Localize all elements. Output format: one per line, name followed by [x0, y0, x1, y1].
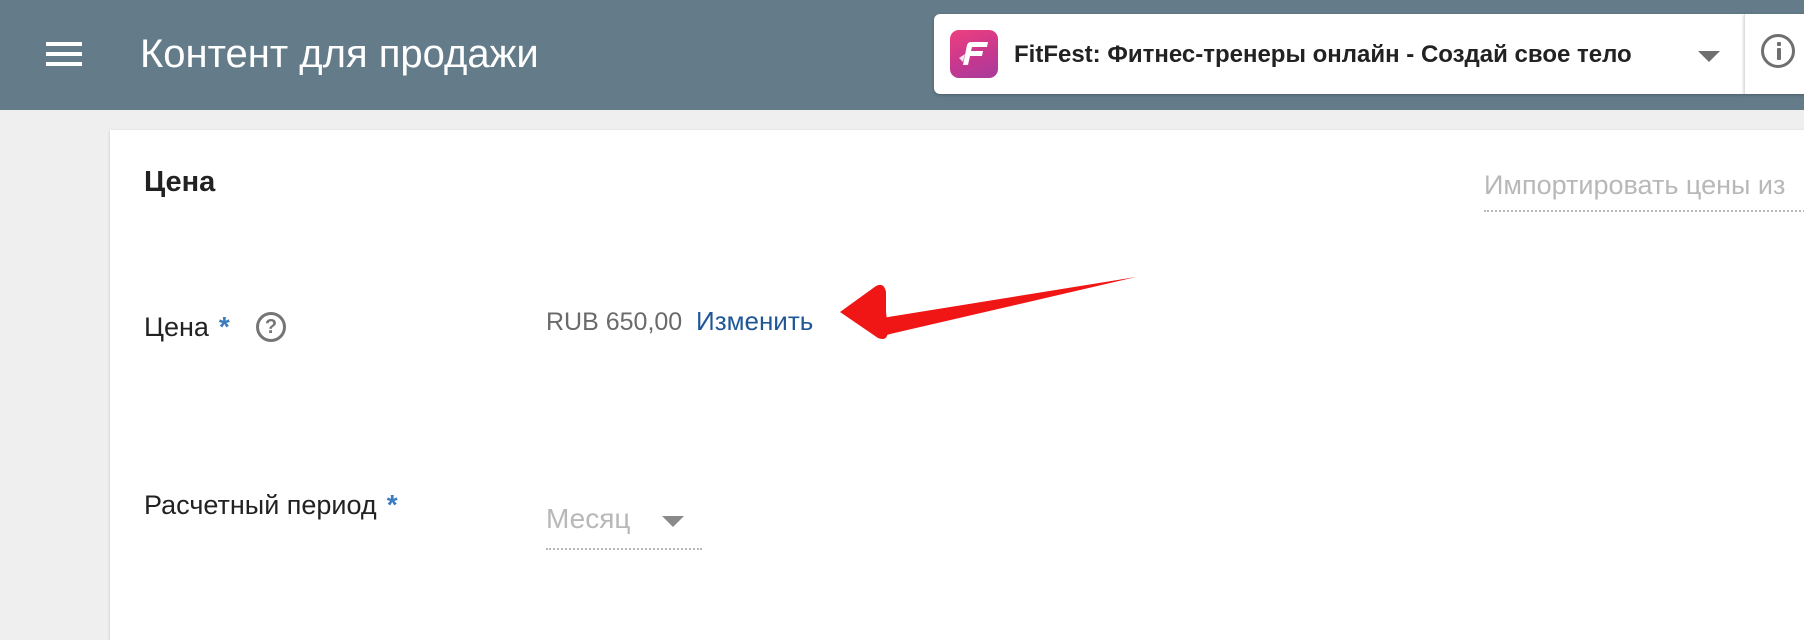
price-label-row: Цена * [144, 310, 230, 344]
edit-price-link[interactable]: Изменить [696, 305, 813, 337]
caret-down-icon [662, 516, 684, 527]
billing-period-value: Месяц [546, 503, 631, 534]
import-prices-link[interactable]: Импортировать цены из [1484, 168, 1804, 212]
required-star: * [218, 311, 230, 342]
billing-period-select[interactable]: Месяц [546, 500, 702, 550]
app-selector[interactable]: FitFest: Фитнес-тренеры онлайн - Создай … [934, 14, 1744, 94]
question-circle-icon[interactable]: ? [256, 312, 286, 342]
page-title: Контент для продажи [140, 32, 539, 76]
page: Контент для продажи FitFest: Фитнес-трен… [0, 0, 1804, 640]
billing-period-label: Расчетный период [144, 490, 377, 520]
info-button[interactable] [1744, 14, 1804, 94]
hamburger-menu-icon[interactable] [40, 36, 88, 72]
section-title: Цена [144, 166, 216, 198]
app-name: FitFest: Фитнес-тренеры онлайн - Создай … [1014, 41, 1632, 68]
price-value: RUB 650,00 [546, 308, 683, 336]
info-circle-icon [1761, 34, 1795, 68]
billing-period-label-row: Расчетный период * [144, 488, 398, 522]
price-card: Цена Импортировать цены из Цена * ? RUB 6… [110, 130, 1804, 640]
caret-down-icon [1698, 51, 1720, 62]
price-label: Цена [144, 312, 209, 342]
required-star: * [386, 489, 398, 520]
app-bar: Контент для продажи FitFest: Фитнес-трен… [0, 0, 1804, 110]
fitfest-logo-icon [950, 30, 998, 78]
